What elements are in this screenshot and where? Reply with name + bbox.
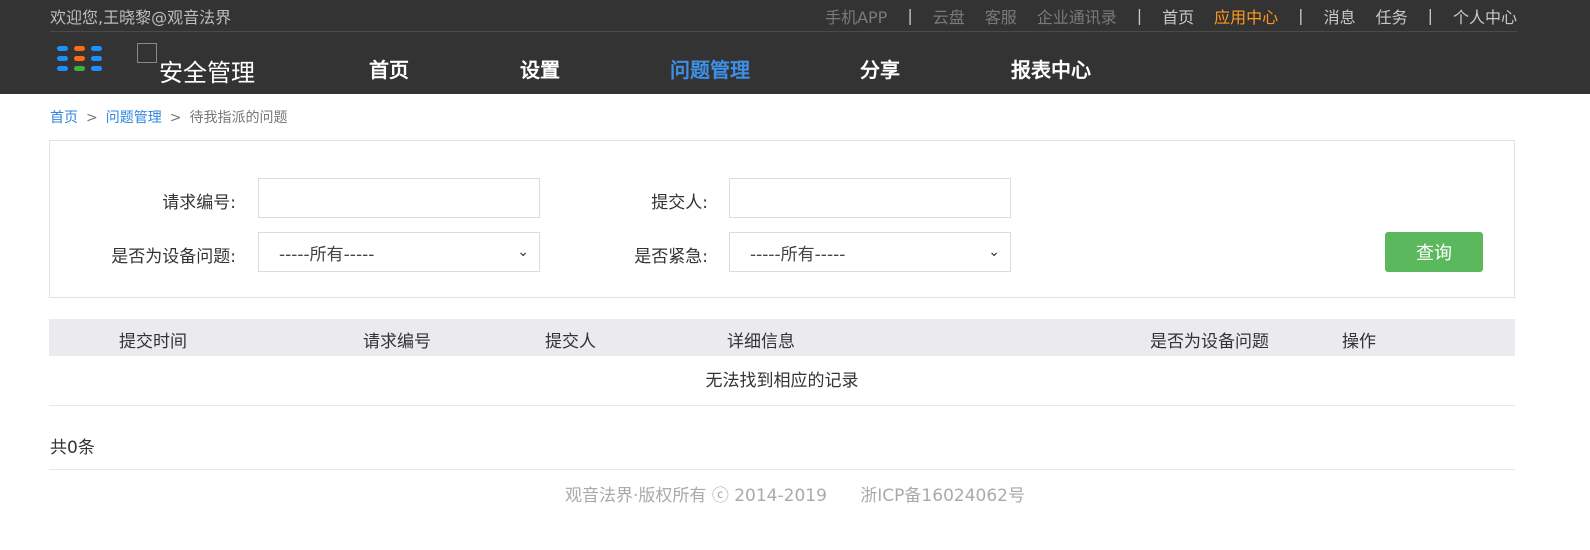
is-device-select[interactable]: -----所有----- ⌄	[258, 232, 540, 272]
footer: 观音法界·版权所有 ⓒ 2014-2019 浙ICP备16024062号	[0, 481, 1590, 506]
is-device-label: 是否为设备问题:	[111, 247, 236, 267]
icp-text: 浙ICP备16024062号	[860, 486, 1025, 506]
column-header[interactable]: 提交人	[545, 327, 596, 352]
app-grid-icon[interactable]	[57, 46, 105, 76]
nav-report-center[interactable]: 报表中心	[1011, 54, 1091, 83]
separator: |	[1298, 6, 1304, 25]
column-header[interactable]: 请求编号	[363, 327, 431, 352]
top-bar: 欢迎您,王晓黎@观音法界 手机APP | 云盘 客服 企业通讯录 | 首页 应用…	[50, 0, 1517, 32]
tasks-link[interactable]: 任务	[1376, 4, 1408, 28]
request-no-input[interactable]	[258, 178, 540, 218]
mobile-app-link[interactable]: 手机APP	[825, 4, 887, 28]
breadcrumb-issue-management[interactable]: 问题管理	[106, 110, 162, 126]
top-links: 手机APP | 云盘 客服 企业通讯录 | 首页 应用中心 | 消息 任务 | …	[805, 4, 1517, 28]
request-no-label: 请求编号:	[162, 193, 236, 213]
breadcrumb-separator: >	[169, 110, 182, 126]
is-device-selected-value: -----所有-----	[279, 244, 375, 265]
footer-divider	[49, 469, 1515, 470]
messages-link[interactable]: 消息	[1324, 4, 1356, 28]
breadcrumb: 首页 > 问题管理 > 待我指派的问题	[50, 107, 287, 127]
breadcrumb-home[interactable]: 首页	[50, 110, 78, 126]
app-center-link[interactable]: 应用中心	[1214, 4, 1278, 28]
is-urgent-selected-value: -----所有-----	[750, 244, 846, 265]
column-header[interactable]: 提交时间	[119, 327, 187, 352]
cloud-disk-link[interactable]: 云盘	[933, 4, 965, 28]
is-urgent-label: 是否紧急:	[634, 247, 708, 267]
nav-share[interactable]: 分享	[860, 54, 900, 83]
submitter-input[interactable]	[729, 178, 1011, 218]
table-header: 提交时间 请求编号 提交人 详细信息 是否为设备问题 操作	[49, 319, 1515, 356]
separator: |	[1427, 6, 1433, 25]
brand-title: 安全管理	[159, 59, 255, 87]
column-header[interactable]: 是否为设备问题	[1150, 327, 1269, 352]
main-nav: 安全管理 首页 设置 问题管理 分享 报表中心	[0, 32, 1590, 94]
search-panel	[49, 140, 1515, 298]
customer-service-link[interactable]: 客服	[985, 4, 1017, 28]
welcome-text: 欢迎您,王晓黎@观音法界	[50, 7, 232, 27]
breadcrumb-separator: >	[86, 110, 98, 126]
query-button[interactable]: 查询	[1385, 232, 1483, 272]
personal-center-link[interactable]: 个人中心	[1453, 4, 1517, 28]
is-urgent-select[interactable]: -----所有----- ⌄	[729, 232, 1011, 272]
brand-logo: 安全管理	[137, 43, 255, 87]
nav-home[interactable]: 首页	[369, 54, 409, 83]
broken-image-icon	[137, 43, 157, 63]
submitter-label: 提交人:	[651, 193, 708, 213]
chevron-down-icon: ⌄	[988, 244, 1000, 260]
header: 欢迎您,王晓黎@观音法界 手机APP | 云盘 客服 企业通讯录 | 首页 应用…	[0, 0, 1590, 94]
column-header[interactable]: 详细信息	[727, 327, 795, 352]
total-count: 共0条	[50, 438, 95, 458]
home-link[interactable]: 首页	[1162, 4, 1194, 28]
breadcrumb-current: 待我指派的问题	[189, 110, 288, 126]
copyright-text: 观音法界·版权所有 ⓒ 2014-2019	[565, 486, 827, 506]
contacts-link[interactable]: 企业通讯录	[1037, 4, 1117, 28]
nav-settings[interactable]: 设置	[520, 54, 560, 83]
chevron-down-icon: ⌄	[517, 244, 529, 260]
table-empty-message: 无法找到相应的记录	[49, 357, 1515, 406]
separator: |	[1136, 6, 1143, 25]
column-header[interactable]: 操作	[1342, 327, 1376, 352]
separator: |	[907, 6, 913, 25]
nav-issue-management[interactable]: 问题管理	[670, 54, 750, 83]
